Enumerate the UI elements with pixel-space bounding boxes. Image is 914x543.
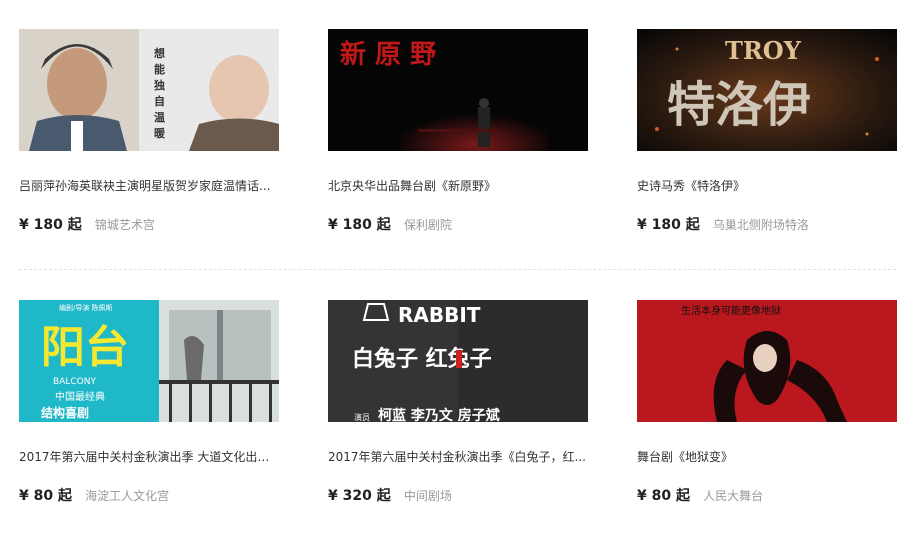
venue-label: 锦城艺术宫 [94, 218, 155, 232]
price-label: ¥ 80 起 [19, 488, 72, 504]
show-title[interactable]: 北京央华出品舞台剧《新原野》 [328, 178, 588, 194]
price-label: ¥ 80 起 [637, 488, 690, 504]
svg-text:温: 温 [154, 110, 165, 124]
show-meta: ¥ 320 起 中间剧场 [328, 485, 588, 505]
poster-subtitle: 结构喜剧 [41, 405, 89, 420]
poster-headline: 新 原 野 [340, 39, 436, 70]
venue-label: 乌巢北侧附场特洛 [712, 218, 809, 232]
poster-image[interactable]: 想 能 独 自 温 暖 [19, 29, 279, 151]
poster-tagline: 生活本身可能更像地狱 [681, 304, 781, 317]
venue-label: 人民大舞台 [703, 489, 764, 503]
show-title[interactable]: 2017年第六届中关村金秋演出季 大道文化出品... [19, 449, 279, 465]
show-card[interactable]: TROY 特洛伊 史诗马秀《特洛伊》 ¥ 180 起 乌巢北侧附场特洛 [637, 29, 897, 234]
venue-label: 海淀工人文化宫 [85, 489, 170, 503]
poster-image[interactable]: 编剧/导演 陈佩斯 阳台 BALCONY 中国最经典 结构喜剧 [19, 300, 279, 422]
poster-tagline: 想 [153, 46, 165, 60]
price-label: ¥ 320 起 [328, 488, 391, 504]
svg-text:自: 自 [154, 94, 165, 108]
price-label: ¥ 180 起 [19, 217, 82, 233]
show-card[interactable]: 新 原 野 北京央华出品舞台剧《新原野》 ¥ 180 起 保利剧院 [328, 29, 588, 234]
svg-text:暖: 暖 [154, 126, 166, 140]
show-meta: ¥ 80 起 人民大舞台 [637, 485, 897, 505]
poster-cast-label: 演员 [354, 412, 370, 422]
price-label: ¥ 180 起 [328, 217, 391, 233]
show-title[interactable]: 2017年第六届中关村金秋演出季《白兔子，红... [328, 449, 588, 465]
show-meta: ¥ 180 起 乌巢北侧附场特洛 [637, 214, 897, 234]
show-card[interactable]: 想 能 独 自 温 暖 吕丽萍孙海英联袂主演明星版贺岁家庭温情话... ¥ 18… [19, 29, 279, 234]
venue-label: 保利剧院 [403, 218, 452, 232]
svg-text:能: 能 [154, 62, 165, 76]
price-label: ¥ 180 起 [637, 217, 700, 233]
show-meta: ¥ 180 起 保利剧院 [328, 214, 588, 234]
poster-headline-cn: 特洛伊 [667, 77, 811, 133]
show-meta: ¥ 80 起 海淀工人文化宫 [19, 485, 279, 505]
poster-cast: 柯蓝 李乃文 房子斌 [378, 407, 500, 422]
show-card[interactable]: 生活本身可能更像地狱 舞台剧《地狱变》 ¥ 80 起 人民大舞台 [637, 300, 897, 505]
show-grid: 想 能 独 自 温 暖 吕丽萍孙海英联袂主演明星版贺岁家庭温情话... ¥ 18… [0, 0, 914, 543]
show-title[interactable]: 吕丽萍孙海英联袂主演明星版贺岁家庭温情话... [19, 178, 279, 194]
poster-subtitle: 中国最经典 [55, 390, 105, 403]
poster-headline: 阳台 [41, 322, 129, 373]
poster-headline-en: BALCONY [53, 377, 96, 387]
poster-image[interactable]: TROY 特洛伊 [637, 29, 897, 151]
show-card[interactable]: 编剧/导演 陈佩斯 阳台 BALCONY 中国最经典 结构喜剧 2017年第六届… [19, 300, 279, 505]
poster-image[interactable]: RABBIT 白兔子 红兔子 演员 柯蓝 李乃文 房子斌 [328, 300, 588, 422]
poster-image[interactable]: 新 原 野 [328, 29, 588, 151]
poster-credit: 编剧/导演 陈佩斯 [59, 303, 113, 312]
row-divider [19, 269, 896, 270]
poster-headline-cn: 白兔子 红兔子 [352, 346, 492, 372]
svg-text:独: 独 [153, 78, 165, 92]
show-card[interactable]: RABBIT 白兔子 红兔子 演员 柯蓝 李乃文 房子斌 2017年第六届中关村… [328, 300, 588, 505]
show-title[interactable]: 舞台剧《地狱变》 [637, 449, 897, 465]
poster-headline-en: RABBIT [398, 303, 481, 327]
poster-headline-en: TROY [725, 36, 802, 65]
venue-label: 中间剧场 [403, 489, 452, 503]
show-title[interactable]: 史诗马秀《特洛伊》 [637, 178, 897, 194]
poster-image[interactable]: 生活本身可能更像地狱 [637, 300, 897, 422]
show-meta: ¥ 180 起 锦城艺术宫 [19, 214, 279, 234]
